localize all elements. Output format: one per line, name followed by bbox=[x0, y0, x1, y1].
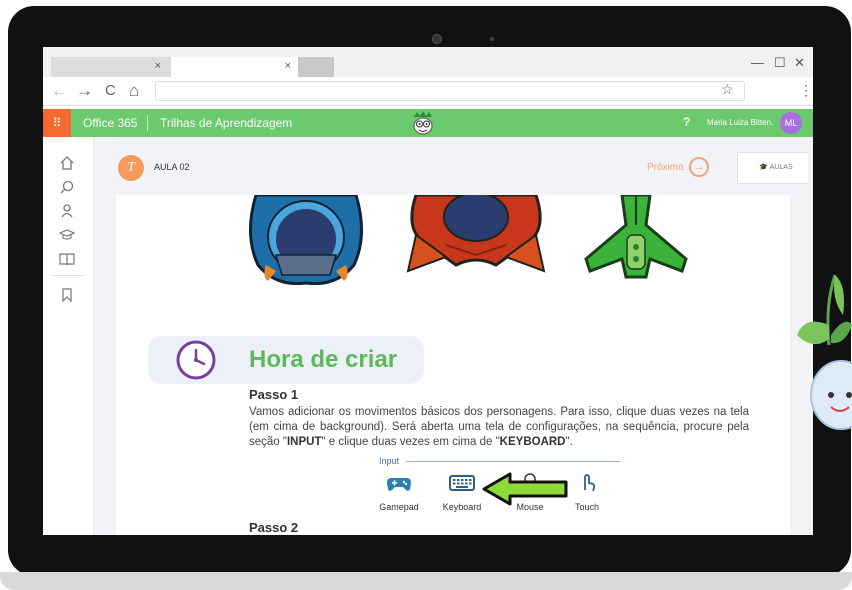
lesson-badge-icon: T bbox=[118, 155, 144, 181]
aulas-label: AULAS bbox=[769, 164, 793, 171]
step-2-title: Passo 2 bbox=[249, 520, 299, 535]
browser-tab[interactable]: × bbox=[51, 57, 171, 77]
clock-icon bbox=[176, 340, 216, 380]
graduation-cap-icon[interactable] bbox=[59, 227, 75, 243]
divider bbox=[147, 115, 148, 131]
next-arrow-icon[interactable]: → bbox=[689, 157, 709, 177]
url-input[interactable] bbox=[155, 81, 745, 101]
input-group-label: Input bbox=[379, 456, 400, 466]
browser-tab-bar: × × — ☐ ✕ bbox=[43, 47, 813, 77]
green-spaceship bbox=[584, 195, 688, 279]
avatar[interactable]: ML bbox=[780, 112, 802, 134]
graduation-cap-icon: 🎓 bbox=[759, 164, 770, 171]
search-icon[interactable] bbox=[59, 179, 75, 195]
lesson-title: AULA 02 bbox=[154, 162, 190, 172]
home-icon[interactable]: ⌂ bbox=[129, 81, 139, 101]
step-1-text-part: ". bbox=[565, 436, 573, 448]
divider bbox=[53, 275, 83, 276]
next-label[interactable]: Próximo bbox=[647, 162, 684, 173]
book-icon[interactable] bbox=[59, 251, 75, 267]
touch-icon bbox=[584, 474, 596, 492]
new-tab-button[interactable] bbox=[298, 57, 334, 77]
keyboard-icon bbox=[449, 475, 475, 491]
maximize-icon[interactable]: ☐ bbox=[774, 55, 786, 71]
blue-spaceship bbox=[248, 195, 364, 285]
section-title: Hora de criar bbox=[249, 346, 398, 373]
gamepad-option: Gamepad bbox=[369, 473, 429, 512]
bookmark-star-icon[interactable]: ☆ bbox=[721, 81, 734, 98]
light-sensor bbox=[490, 37, 494, 41]
reload-icon[interactable]: C bbox=[105, 82, 116, 99]
browser-tab-active[interactable]: × bbox=[171, 57, 301, 77]
webcam bbox=[432, 34, 442, 44]
forward-icon[interactable]: → bbox=[76, 81, 93, 101]
help-icon[interactable]: ? bbox=[683, 115, 690, 129]
aulas-button[interactable]: 🎓 AULAS bbox=[737, 152, 813, 184]
user-icon[interactable] bbox=[59, 203, 75, 219]
gamepad-label: Gamepad bbox=[379, 502, 419, 512]
user-name[interactable]: Maria Luiza Bitten. bbox=[707, 118, 773, 127]
left-sidebar bbox=[43, 137, 94, 535]
input-keyword: INPUT bbox=[286, 436, 322, 448]
lesson-page: Hora de criar Passo 1 Vamos adicionar os… bbox=[116, 195, 790, 535]
app-launcher-icon[interactable]: ⠿ bbox=[43, 109, 71, 137]
bookmark-icon[interactable] bbox=[59, 287, 75, 303]
app-name[interactable]: Trilhas de Aprendizagem bbox=[160, 116, 292, 130]
step-1-title: Passo 1 bbox=[249, 387, 299, 402]
laptop-base bbox=[0, 572, 852, 590]
divider bbox=[406, 461, 620, 462]
minimize-icon[interactable]: — bbox=[751, 55, 764, 70]
keyboard-keyword: KEYBOARD bbox=[499, 436, 566, 448]
plant-decoration bbox=[797, 274, 852, 430]
gamepad-icon bbox=[387, 478, 411, 491]
office-365-brand[interactable]: Office 365 bbox=[83, 116, 137, 130]
mascot-logo-icon bbox=[413, 111, 433, 135]
back-icon[interactable]: ← bbox=[51, 81, 68, 101]
office-365-bar: ⠿ Office 365 Trilhas de Aprendizagem ? M… bbox=[43, 109, 813, 137]
close-tab-icon[interactable]: × bbox=[285, 60, 291, 72]
address-bar-row: ← → C ⌂ ☆ ⋮ bbox=[43, 77, 813, 106]
spaceships-illustration bbox=[248, 195, 688, 285]
pointer-arrow-icon bbox=[482, 472, 568, 506]
step-1-text: Vamos adicionar os movimentos básicos do… bbox=[249, 405, 749, 450]
close-window-icon[interactable]: ✕ bbox=[794, 55, 805, 71]
main-content: T AULA 02 Próximo → 🎓 AULAS Hora de cria… bbox=[94, 137, 813, 535]
red-spaceship bbox=[406, 195, 546, 273]
lesson-header: T AULA 02 Próximo → 🎓 AULAS bbox=[94, 137, 813, 195]
section-header: Hora de criar bbox=[148, 336, 424, 384]
browser-menu-icon[interactable]: ⋮ bbox=[799, 82, 813, 99]
home-icon[interactable] bbox=[59, 155, 75, 171]
screen: × × — ☐ ✕ ← → C ⌂ ☆ ⋮ ⠿ Office 365 Trilh… bbox=[43, 47, 813, 535]
step-1-text-part: " e clique duas vezes em cima de " bbox=[321, 436, 500, 448]
close-tab-icon[interactable]: × bbox=[155, 60, 161, 72]
